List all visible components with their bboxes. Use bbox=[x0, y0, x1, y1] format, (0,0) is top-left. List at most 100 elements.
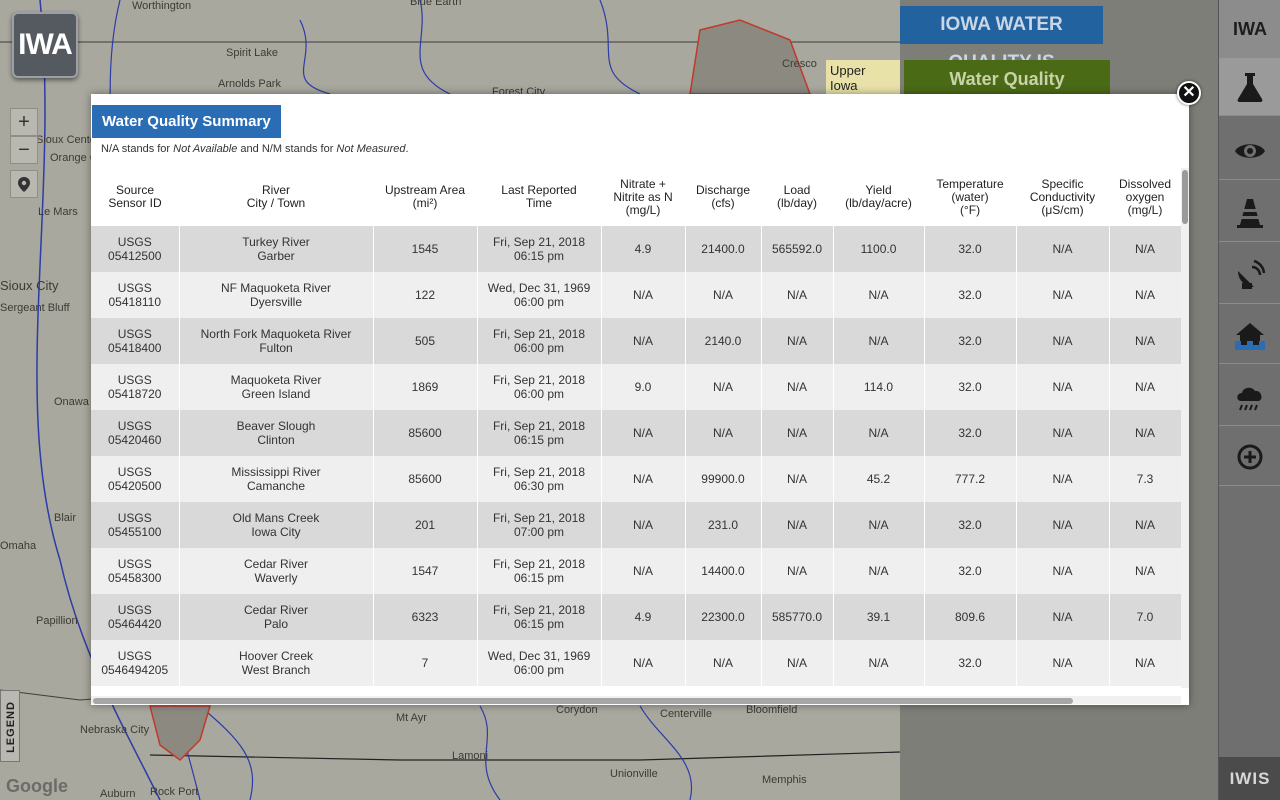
map-label: Blue Earth bbox=[410, 0, 462, 8]
table-row[interactable]: USGS 05420500 Mississippi River Camanche 856… bbox=[91, 456, 1181, 502]
note-prefix: N/A stands for bbox=[101, 143, 174, 155]
table-cell: N/A bbox=[833, 272, 925, 318]
location-pin-icon[interactable] bbox=[10, 170, 38, 198]
title-badge: IOWA WATER QUALITY IS bbox=[900, 6, 1103, 73]
table-row[interactable]: USGS 05412500 Turkey River Garber 1545 Fri, S… bbox=[91, 226, 1181, 272]
table-cell: N/A bbox=[601, 640, 686, 686]
table-cell: N/A bbox=[1109, 548, 1181, 594]
column-header: Source Sensor ID bbox=[91, 168, 179, 226]
vertical-scrollbar[interactable] bbox=[1181, 168, 1189, 688]
table-cell: USGS 05458300 bbox=[91, 548, 180, 594]
map-label: Unionville bbox=[610, 768, 658, 780]
iwa-logo[interactable]: IWA bbox=[12, 12, 78, 78]
table-cell: 231.0 bbox=[685, 502, 762, 548]
table-cell: Turkey River Garber bbox=[179, 226, 374, 272]
table-cell: Old Mans Creek Iowa City bbox=[179, 502, 374, 548]
satellite-dish-icon[interactable] bbox=[1219, 246, 1280, 304]
table-cell: USGS 05420500 bbox=[91, 456, 180, 502]
table-cell: Mississippi River Camanche bbox=[179, 456, 374, 502]
table-row[interactable]: USGS 05418110 NF Maquoketa River Dyersville… bbox=[91, 272, 1181, 318]
table-cell: N/A bbox=[1109, 318, 1181, 364]
table-cell: Fri, Sep 21, 2018 06:15 pm bbox=[477, 410, 602, 456]
table-cell: Beaver Slough Clinton bbox=[179, 410, 374, 456]
table-row[interactable]: USGS 05455100 Old Mans Creek Iowa City 201 Fr… bbox=[91, 502, 1181, 548]
table-cell: N/A bbox=[761, 272, 834, 318]
iwis-button[interactable]: IWIS bbox=[1219, 757, 1280, 800]
table-cell: N/A bbox=[761, 548, 834, 594]
column-header: Dissolved oxygen (mg/L) bbox=[1109, 168, 1181, 226]
table-cell: N/A bbox=[1109, 364, 1181, 410]
table-cell: 32.0 bbox=[924, 410, 1017, 456]
map-label: Rock Port bbox=[150, 786, 199, 798]
note-nm: Not Measured bbox=[336, 143, 406, 155]
table-cell: 565592.0 bbox=[761, 226, 834, 272]
legend-label: LEGEND bbox=[5, 701, 17, 753]
table-cell: 7.3 bbox=[1109, 456, 1181, 502]
modal-note: N/A stands for Not Available and N/M sta… bbox=[101, 143, 409, 155]
table-row[interactable]: USGS 05418720 Maquoketa River Green Island 1… bbox=[91, 364, 1181, 410]
map-label: Centerville bbox=[660, 708, 712, 720]
table-cell: 1545 bbox=[373, 226, 478, 272]
table-cell: N/A bbox=[601, 318, 686, 364]
table-cell: 32.0 bbox=[924, 226, 1017, 272]
flask-icon[interactable] bbox=[1219, 58, 1280, 116]
table-cell: 14400.0 bbox=[685, 548, 762, 594]
table-cell: N/A bbox=[833, 502, 925, 548]
table-cell: 32.0 bbox=[924, 272, 1017, 318]
table-row[interactable]: USGS 05458300 Cedar River Waverly 1547 Fri, S… bbox=[91, 548, 1181, 594]
flooded-house-icon[interactable] bbox=[1219, 306, 1280, 364]
table-cell: 201 bbox=[373, 502, 478, 548]
table-cell: USGS 05412500 bbox=[91, 226, 180, 272]
table-cell: 4.9 bbox=[601, 594, 686, 640]
table-cell: 32.0 bbox=[924, 364, 1017, 410]
table-cell: N/A bbox=[1109, 272, 1181, 318]
table-cell: 39.1 bbox=[833, 594, 925, 640]
table-cell: N/A bbox=[685, 410, 762, 456]
table-cell: 22300.0 bbox=[685, 594, 762, 640]
eye-icon[interactable] bbox=[1219, 122, 1280, 180]
table-body: USGS 05412500 Turkey River Garber 1545 Fri, S… bbox=[91, 226, 1181, 686]
vertical-scrollbar-thumb[interactable] bbox=[1182, 170, 1188, 224]
map-label: Blair bbox=[54, 512, 77, 524]
table-cell: 21400.0 bbox=[685, 226, 762, 272]
table-row[interactable]: USGS 05464420 Cedar River Palo 6323 Fri, Sep … bbox=[91, 594, 1181, 640]
table-cell: N/A bbox=[1109, 640, 1181, 686]
traffic-cone-icon[interactable] bbox=[1219, 184, 1280, 242]
map-label: Memphis bbox=[762, 774, 807, 786]
close-icon[interactable]: ✕ bbox=[1177, 81, 1201, 105]
table-cell: 4.9 bbox=[601, 226, 686, 272]
horizontal-scrollbar-thumb[interactable] bbox=[93, 698, 1073, 704]
table-cell: USGS 05420460 bbox=[91, 410, 180, 456]
table-cell: N/A bbox=[761, 410, 834, 456]
table-row[interactable]: USGS 05418400 North Fork Maquoketa River Fu… bbox=[91, 318, 1181, 364]
map-label: Papillion bbox=[36, 615, 78, 627]
table-cell: Fri, Sep 21, 2018 06:15 pm bbox=[477, 548, 602, 594]
table-row[interactable]: USGS 0546494205 Hoover Creek West Branch 7 We… bbox=[91, 640, 1181, 686]
table-cell: 505 bbox=[373, 318, 478, 364]
table-cell: Fri, Sep 21, 2018 06:00 pm bbox=[477, 318, 602, 364]
rain-cloud-icon[interactable] bbox=[1219, 368, 1280, 426]
map-label: Nebraska City bbox=[80, 724, 150, 736]
table-row[interactable]: USGS 05420460 Beaver Slough Clinton 85600 Fri… bbox=[91, 410, 1181, 456]
column-header: Specific Conductivity (μS/cm) bbox=[1016, 168, 1109, 226]
table-cell: N/A bbox=[601, 456, 686, 502]
table-cell: 122 bbox=[373, 272, 478, 318]
add-circle-icon[interactable] bbox=[1219, 428, 1280, 486]
map-label: Spirit Lake bbox=[226, 47, 278, 59]
zoom-in-icon[interactable]: + bbox=[10, 108, 38, 136]
water-quality-conditions-badge[interactable]: Water Quality Conditions bbox=[904, 60, 1110, 127]
table-cell: USGS 05418720 bbox=[91, 364, 180, 410]
rail-logo[interactable]: IWA bbox=[1219, 0, 1280, 58]
map-label: Cresco bbox=[782, 58, 817, 70]
summary-table-container[interactable]: Source Sensor ID River City / Town Upstream … bbox=[91, 168, 1181, 688]
legend-tab[interactable]: LEGEND bbox=[0, 690, 20, 762]
table-cell: N/A bbox=[1016, 364, 1110, 410]
table-cell: N/A bbox=[833, 410, 925, 456]
table-cell: N/A bbox=[601, 502, 686, 548]
column-header: River City / Town bbox=[179, 168, 373, 226]
table-cell: N/A bbox=[761, 640, 834, 686]
google-logo: Google bbox=[6, 776, 68, 796]
zoom-out-icon[interactable]: − bbox=[10, 136, 38, 164]
table-cell: 32.0 bbox=[924, 318, 1017, 364]
table-cell: Cedar River Palo bbox=[179, 594, 374, 640]
